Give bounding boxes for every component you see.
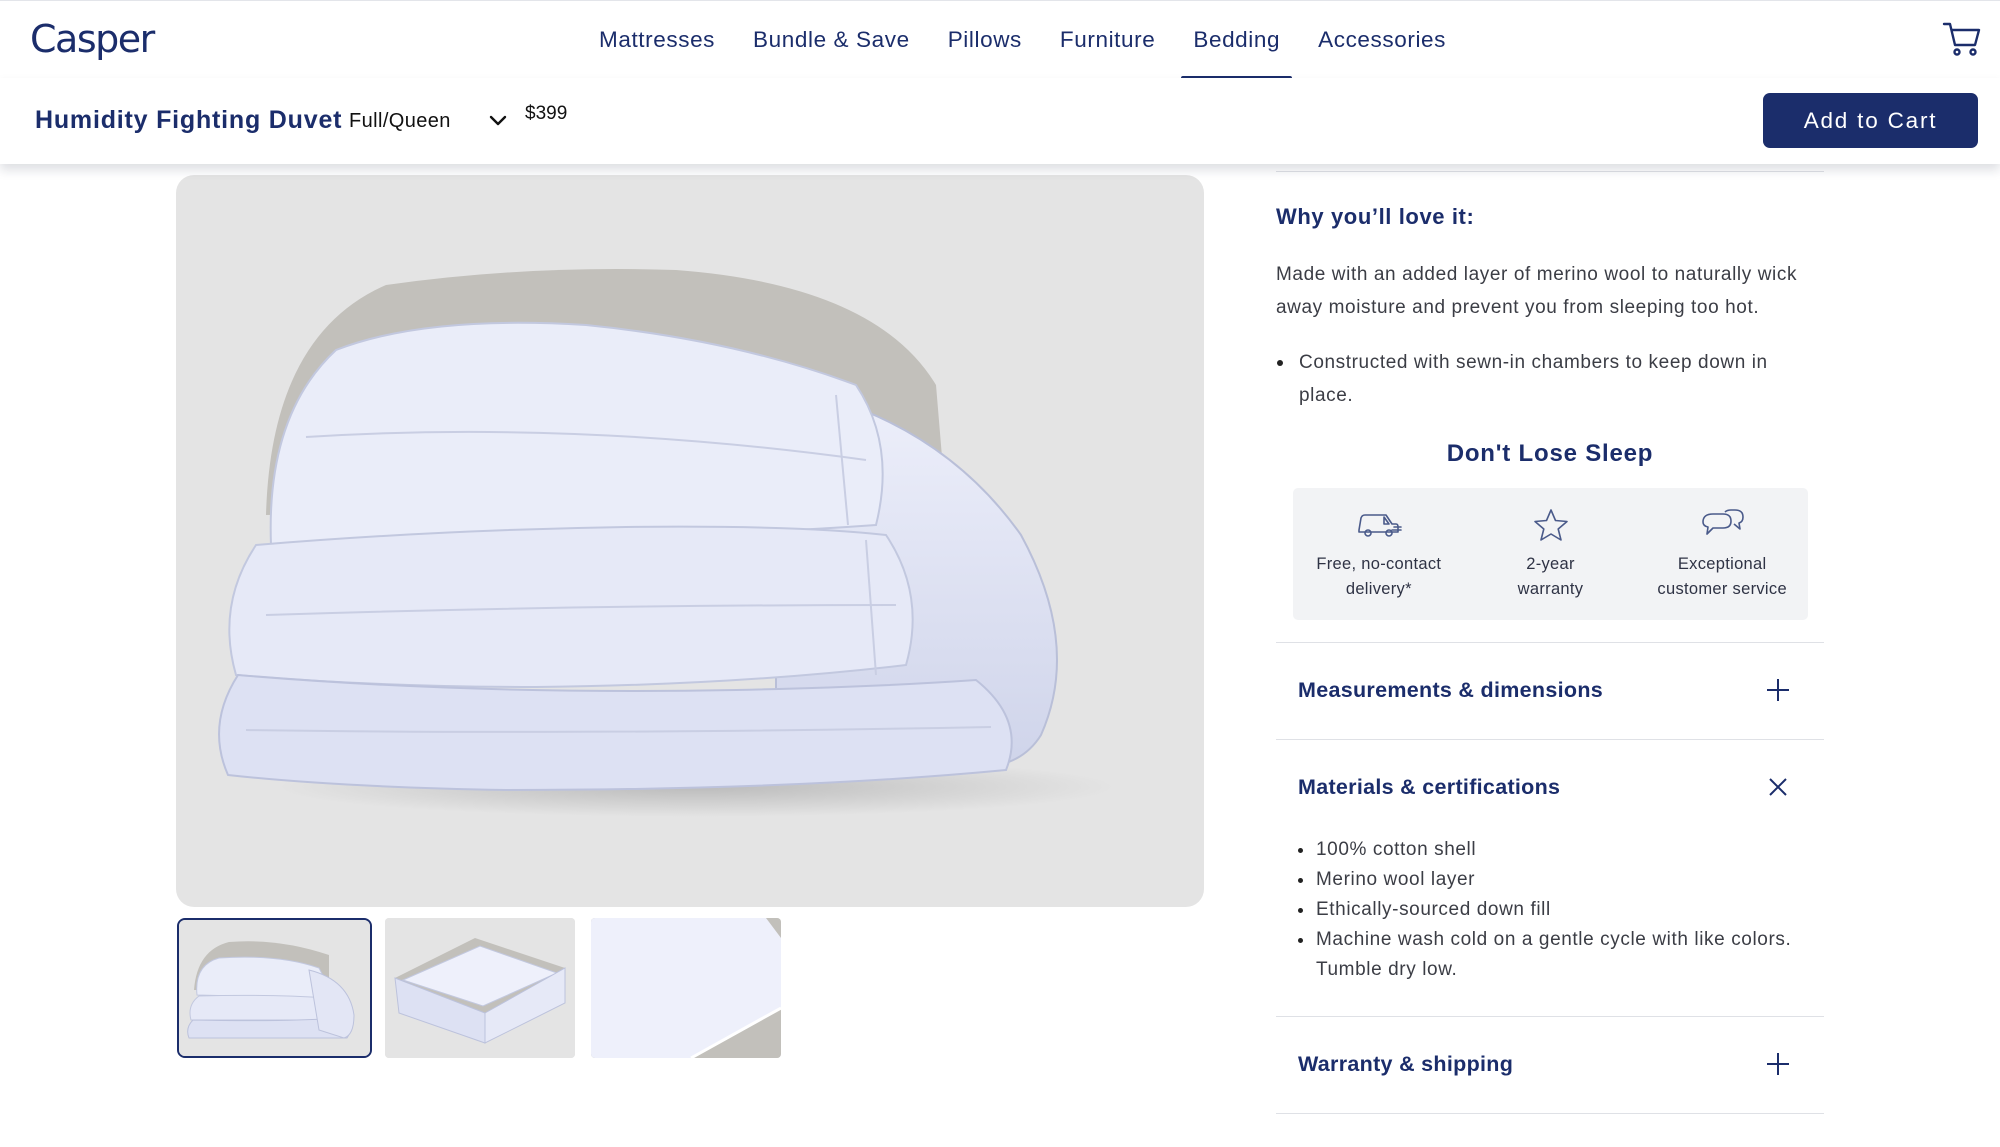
main-menu: Mattresses Bundle & Save Pillows Furnitu…: [580, 1, 1465, 80]
list-item: Merino wool layer: [1298, 865, 1816, 895]
perk-delivery: Free, no-contact delivery*: [1293, 488, 1465, 620]
product-name: Humidity Fighting Duvet: [35, 106, 343, 134]
perk-label: Exceptional customer service: [1657, 555, 1787, 598]
product-price: $399: [525, 103, 568, 124]
chat-bubbles-icon: [1702, 509, 1744, 535]
top-navigation: Casper Mattresses Bundle & Save Pillows …: [0, 0, 2000, 80]
chevron-down-icon: [489, 115, 507, 126]
thumbnail-1[interactable]: [177, 918, 372, 1058]
perk-customer-service: Exceptional customer service: [1636, 488, 1808, 620]
casper-logo[interactable]: Casper: [30, 17, 155, 61]
accordion-title: Warranty & shipping: [1298, 1052, 1514, 1076]
size-select-value: Full/Queen: [349, 109, 451, 132]
plus-icon[interactable]: [1766, 1052, 1790, 1076]
feature-bullet: Constructed with sewn-in chambers to kee…: [1276, 346, 1824, 412]
nav-link-pillows[interactable]: Pillows: [929, 1, 1041, 79]
divider: [1276, 1113, 1824, 1114]
accordion-materials[interactable]: Materials & certifications: [1276, 739, 1824, 835]
add-to-cart-button[interactable]: Add to Cart: [1763, 93, 1978, 148]
list-item: Machine wash cold on a gentle cycle with…: [1298, 925, 1816, 985]
plus-icon[interactable]: [1766, 678, 1790, 702]
nav-link-bundle-save[interactable]: Bundle & Save: [734, 1, 929, 79]
nav-link-furniture[interactable]: Furniture: [1041, 1, 1174, 79]
dont-lose-sleep-heading: Don't Lose Sleep: [1446, 440, 1654, 467]
materials-list: 100% cotton shell Merino wool layer Ethi…: [1298, 835, 1816, 985]
nav-link-mattresses[interactable]: Mattresses: [580, 1, 734, 79]
accordion-title: Materials & certifications: [1298, 775, 1561, 799]
perks-panel: Free, no-contact delivery* 2-year warranty…: [1293, 488, 1808, 620]
perk-label: 2-year warranty: [1517, 555, 1584, 598]
cart-icon[interactable]: [1942, 21, 1982, 57]
list-item: 100% cotton shell: [1298, 835, 1816, 865]
nav-link-accessories[interactable]: Accessories: [1299, 1, 1465, 79]
thumbnail-2[interactable]: [385, 918, 575, 1058]
star-icon: [1533, 509, 1568, 541]
perk-warranty: 2-year warranty: [1465, 488, 1637, 620]
why-youll-love-it-heading: Why you’ll love it:: [1276, 204, 1475, 229]
nav-link-bedding[interactable]: Bedding: [1174, 1, 1299, 80]
divider: [1276, 171, 1824, 172]
perk-label: Free, no-contact delivery*: [1316, 555, 1442, 598]
product-main-image[interactable]: [176, 175, 1204, 907]
accordion-warranty-shipping[interactable]: Warranty & shipping: [1276, 1016, 1824, 1112]
size-select[interactable]: Full/Queen: [349, 106, 507, 136]
accordion-measurements[interactable]: Measurements & dimensions: [1276, 642, 1824, 738]
accordion-title: Measurements & dimensions: [1298, 678, 1604, 702]
product-description: Made with an added layer of merino wool …: [1276, 264, 1798, 318]
truck-icon: [1358, 514, 1402, 537]
sticky-product-bar: Humidity Fighting Duvet Full/Queen $399 …: [0, 78, 2000, 164]
close-icon[interactable]: [1766, 775, 1790, 799]
list-item: Ethically-sourced down fill: [1298, 895, 1816, 925]
thumbnail-3[interactable]: [591, 918, 781, 1058]
